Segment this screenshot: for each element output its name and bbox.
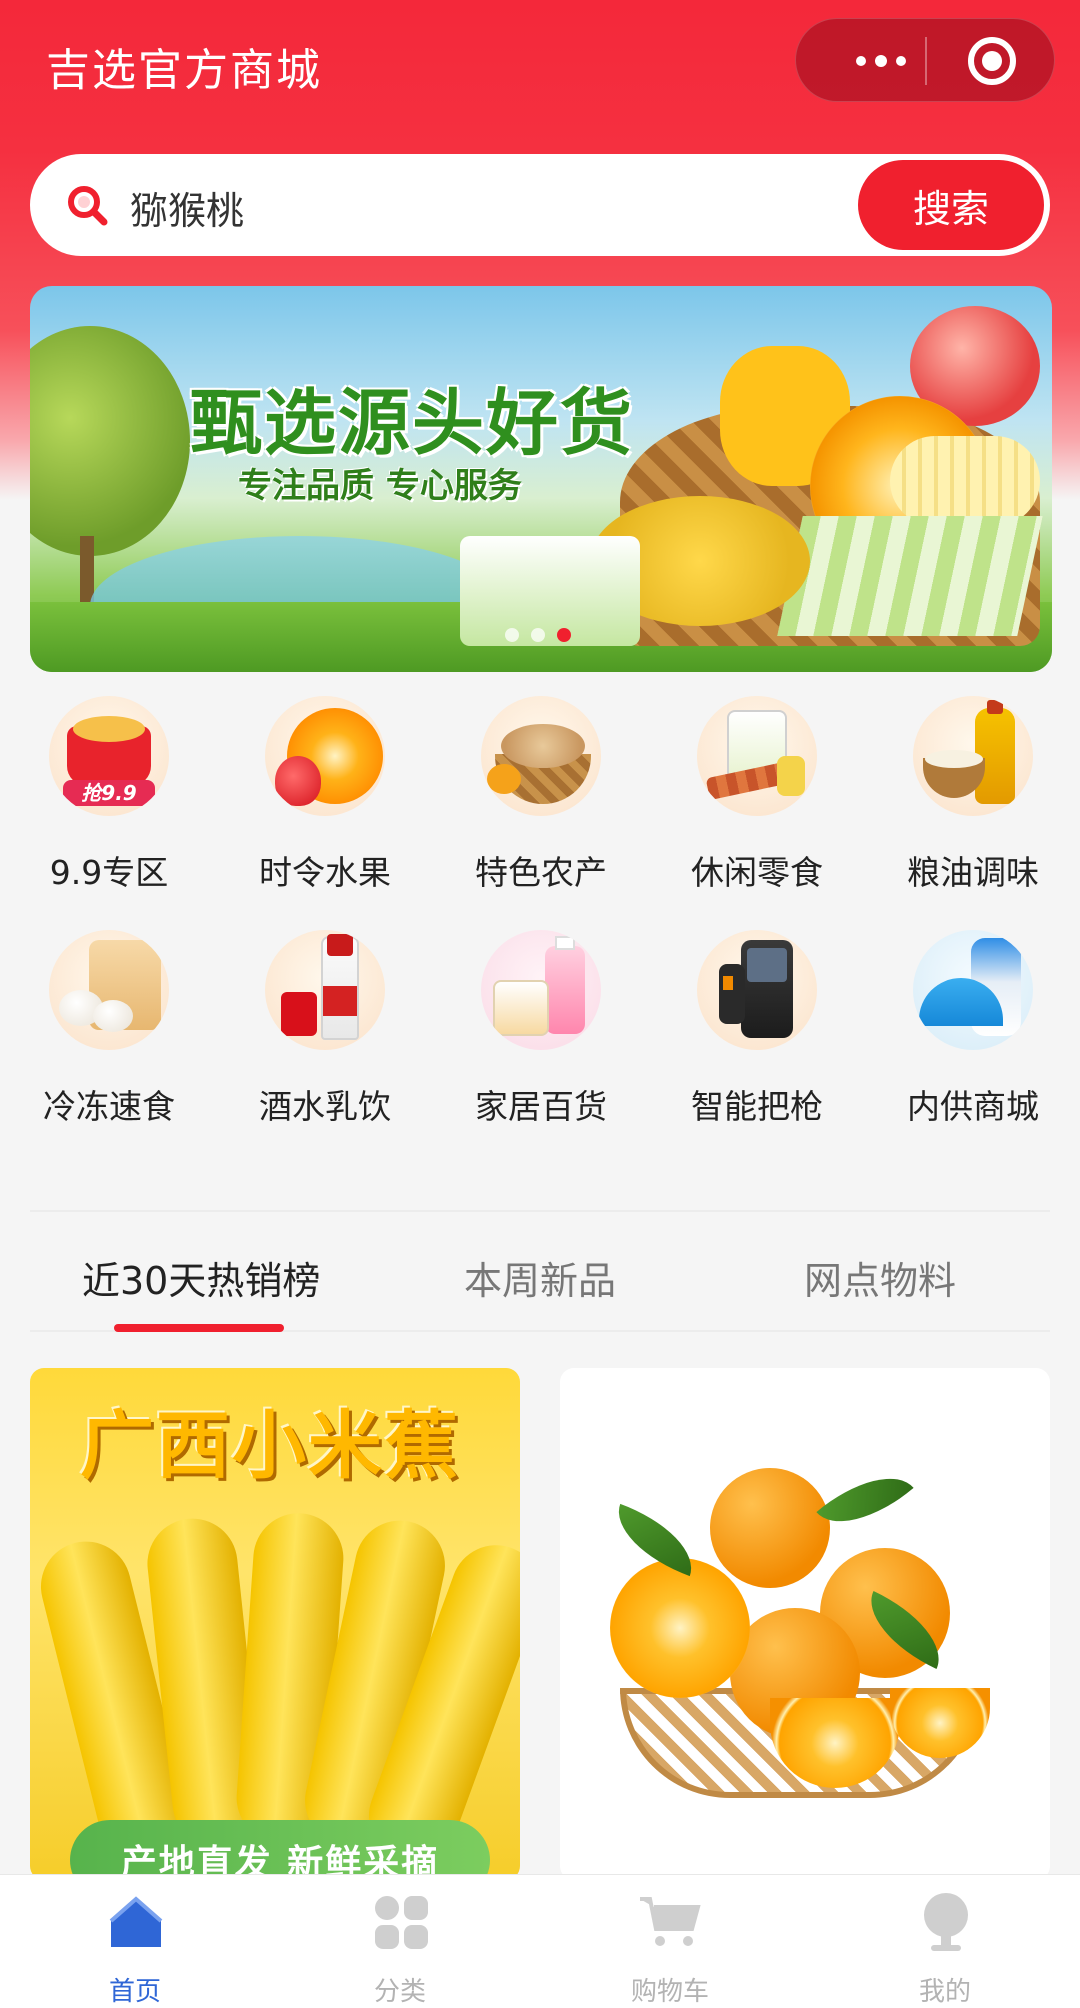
category-frozen[interactable]: 冷冻速食 (4, 930, 204, 1130)
banner-dot-active[interactable] (557, 628, 571, 642)
tab-outlet-materials[interactable]: 网点物料 (804, 1250, 956, 1305)
leaf-image (816, 1454, 914, 1546)
search-bar[interactable]: 猕猴桃 搜索 (30, 154, 1050, 256)
frozen-buns-icon (49, 930, 169, 1050)
nav-label: 购物车 (630, 1977, 709, 2007)
nuts-basket-icon (481, 696, 601, 816)
nav-label: 首页 (108, 1977, 161, 2007)
tab-new-this-week[interactable]: 本周新品 (464, 1250, 616, 1305)
banner-dot[interactable] (505, 628, 519, 642)
category-label: 9.9专区 (49, 853, 169, 892)
nav-label: 我的 (918, 1977, 971, 2007)
promo-banner[interactable]: 甄选源头好货 专注品质 专心服务 (30, 286, 1052, 672)
close-target-icon[interactable] (968, 37, 1016, 85)
category-label: 智能把枪 (691, 1087, 823, 1126)
liquor-bottle-icon (265, 930, 385, 1050)
oil-rice-icon (913, 696, 1033, 816)
category-label: 特色农产 (475, 853, 607, 892)
search-icon (68, 186, 108, 226)
category-scanner[interactable]: 智能把枪 (652, 930, 852, 1130)
nav-label: 分类 (373, 1977, 426, 2007)
capsule-divider (925, 37, 927, 85)
profile-icon (924, 1893, 968, 1951)
category-label: 休闲零食 (691, 853, 823, 892)
miniprogram-capsule (795, 18, 1055, 102)
banner-dot[interactable] (531, 628, 545, 642)
banner-tree (30, 326, 190, 556)
search-button[interactable]: 搜索 (858, 160, 1044, 250)
category-label: 内供商城 (907, 1087, 1039, 1126)
more-icon[interactable] (836, 19, 926, 103)
product-title: 广西小米蕉 (80, 1403, 460, 1489)
home-icon (109, 1896, 163, 1947)
cart-icon (640, 1897, 701, 1946)
red-envelope-icon: 抢9.9 (49, 696, 169, 816)
orange-image (710, 1468, 830, 1588)
category-9-9[interactable]: 抢9.9 9.9专区 (4, 696, 204, 896)
umbrella-thermos-icon (913, 930, 1033, 1050)
household-icon (481, 930, 601, 1050)
category-household[interactable]: 家居百货 (436, 930, 636, 1130)
nav-category[interactable]: 分类 (300, 1875, 500, 2008)
banner-pagination (505, 628, 571, 642)
banner-corn (890, 436, 1040, 526)
orange-fruit-icon (265, 696, 385, 816)
category-snacks[interactable]: 休闲零食 (652, 696, 852, 896)
category-label: 冷冻速食 (43, 1087, 175, 1126)
grid-icon (375, 1896, 428, 1949)
product-tag: 产地直发 新鲜采摘 (70, 1820, 490, 1880)
category-label: 时令水果 (259, 853, 391, 892)
category-label: 粮油调味 (907, 853, 1039, 892)
category-grain-oil[interactable]: 粮油调味 (868, 696, 1068, 896)
category-drinks[interactable]: 酒水乳饮 (220, 930, 420, 1130)
ranking-tabs: 近30天热销榜 本周新品 网点物料 (30, 1210, 1050, 1332)
category-farm-products[interactable]: 特色农产 (436, 696, 636, 896)
banner-headline: 甄选源头好货 (190, 381, 635, 465)
category-fruit[interactable]: 时令水果 (220, 696, 420, 896)
category-label: 家居百货 (475, 1087, 607, 1126)
nav-home[interactable]: 首页 (35, 1875, 235, 2008)
nav-profile[interactable]: 我的 (845, 1875, 1045, 2008)
active-tab-indicator (114, 1324, 284, 1332)
product-card-banana[interactable]: 广西小米蕉 产地直发 新鲜采摘 (30, 1368, 520, 1880)
badge-9-9: 抢9.9 (63, 780, 155, 806)
search-input[interactable]: 猕猴桃 (130, 180, 244, 235)
bottom-tab-bar: 首页 分类 购物车 我的 (0, 1874, 1080, 2008)
banner-subline: 专注品质 专心服务 (238, 466, 522, 506)
tab-hot-30-days[interactable]: 近30天热销榜 (82, 1250, 320, 1305)
app-header: 吉选官方商城 (0, 0, 1080, 124)
handheld-scanner-icon (697, 930, 817, 1050)
category-label: 酒水乳饮 (259, 1087, 391, 1126)
app-title: 吉选官方商城 (46, 45, 322, 96)
category-internal-mall[interactable]: 内供商城 (868, 930, 1068, 1130)
orange-slice-image (610, 1558, 750, 1698)
snack-pack-icon (697, 696, 817, 816)
product-card-oranges[interactable] (560, 1368, 1050, 1880)
banner-cloth (777, 516, 1043, 636)
nav-cart[interactable]: 购物车 (570, 1875, 770, 2008)
